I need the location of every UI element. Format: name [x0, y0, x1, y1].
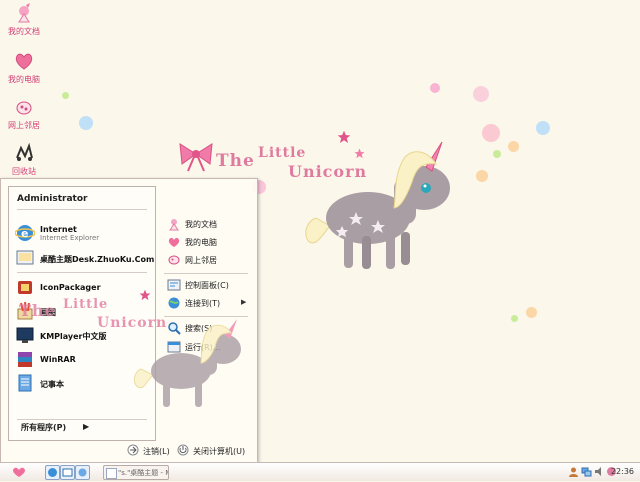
program-name: WinRAR [40, 355, 76, 364]
program-name: IconPackager [40, 283, 101, 292]
window-icon [106, 468, 117, 479]
notepad-icon [18, 374, 32, 392]
menu-unicorn-illustration [134, 319, 241, 407]
shutdown-label: 关闭计算机(U) [193, 447, 246, 456]
bubble-decoration [536, 121, 550, 135]
my-computer-icon [168, 237, 180, 247]
ie-icon: e [15, 225, 35, 241]
my-documents-icon [169, 219, 179, 231]
menu-item-label: 连接到(T) [185, 299, 221, 308]
svg-text:e: e [21, 227, 28, 240]
desktop-icon-label: 我的文档 [8, 27, 40, 36]
start-menu-connect-to[interactable]: 连接到(T) ▶ [167, 296, 251, 312]
desktop-icon-label: 回收站 [12, 167, 36, 176]
program-iconpackager[interactable]: IconPackager [15, 277, 155, 299]
desktop-icon-my-computer[interactable]: 我的电脑 [4, 50, 44, 85]
wallpaper-title-the: The [216, 151, 255, 171]
divider [164, 273, 248, 274]
desktop-icon-network-places[interactable]: 网上邻居 [4, 96, 44, 131]
network-places-icon [168, 255, 180, 265]
start-menu: Administrator e Internet Internet Explor… [0, 178, 258, 464]
desktop-icon-recycle-bin[interactable]: 回收站 [4, 142, 44, 177]
menu-wallpaper-little: Little [63, 297, 109, 312]
bubble-decoration [493, 150, 501, 158]
media-icon [78, 468, 87, 477]
kmplayer-icon [16, 327, 34, 343]
menu-wallpaper-the: The [19, 301, 56, 320]
show-desktop-icon [62, 468, 73, 477]
network-places-icon [16, 101, 32, 115]
desktop-icon-label: 网上邻居 [8, 121, 40, 130]
start-menu-username: Administrator [17, 194, 88, 204]
tray-network-icon[interactable] [581, 466, 592, 477]
divider [164, 316, 248, 317]
control-panel-icon [167, 279, 181, 291]
program-internet-explorer[interactable]: e Internet Internet Explorer [15, 223, 155, 245]
bubble-decoration [476, 170, 488, 182]
program-name: 桌酷主题Desk.ZhuoKu.Com [40, 255, 155, 264]
bubble-decoration [526, 307, 537, 318]
quicklaunch-media[interactable] [75, 465, 90, 480]
bubble-decoration [473, 86, 489, 102]
desktop-icon-label: 我的电脑 [8, 75, 40, 84]
my-documents-icon [18, 3, 30, 23]
start-button[interactable] [12, 466, 26, 478]
heart-icon [13, 467, 25, 477]
divider [17, 209, 147, 210]
menu-item-label: 我的文档 [185, 220, 217, 229]
iconpackager-icon [18, 281, 32, 294]
bubble-decoration [511, 315, 518, 322]
program-subtitle: Internet Explorer [40, 234, 100, 242]
tray-user-icon[interactable] [568, 466, 579, 477]
tray-volume-icon[interactable] [594, 466, 605, 477]
logoff-label: 注销(L) [143, 447, 170, 456]
quicklaunch-show-desktop[interactable] [60, 465, 75, 480]
bubble-decoration [62, 92, 69, 99]
bubble-decoration [430, 83, 440, 93]
taskbar: "s."桌酷主题 - Mi... 22:36 [0, 462, 640, 481]
menu-item-label: 网上邻居 [185, 256, 217, 265]
power-icon [177, 444, 189, 456]
bubble-decoration [508, 141, 519, 152]
start-menu-control-panel[interactable]: 控制面板(C) [167, 278, 251, 294]
start-menu-network-places[interactable]: 网上邻居 [167, 253, 251, 269]
wallpaper-bow-icon [179, 143, 213, 172]
connect-to-icon [168, 297, 180, 309]
recycle-bin-icon [16, 142, 33, 161]
start-menu-my-computer[interactable]: 我的电脑 [167, 235, 251, 251]
bubble-decoration [482, 124, 500, 142]
bubble-decoration [79, 116, 93, 130]
all-programs-button[interactable]: 所有程序(P) [21, 422, 66, 433]
program-name: KMPlayer中文版 [40, 332, 107, 341]
desktop-icon-my-documents[interactable]: 我的文档 [4, 2, 44, 37]
taskbar-window-label: "s."桌酷主题 - Mi... [118, 469, 168, 477]
my-computer-icon [15, 53, 33, 70]
logoff-icon [127, 444, 139, 456]
program-name: 记事本 [40, 380, 64, 389]
star-icon [139, 289, 151, 301]
divider [17, 419, 147, 420]
unicorn-illustration [305, 141, 450, 269]
all-programs-arrow-icon: ▶ [83, 422, 90, 431]
start-menu-my-documents[interactable]: 我的文档 [167, 217, 251, 233]
winrar-icon [18, 352, 32, 367]
quicklaunch-ie[interactable] [45, 465, 60, 480]
menu-item-label: 控制面板(C) [185, 281, 229, 290]
zhuoku-icon [16, 250, 34, 265]
submenu-arrow-icon: ▶ [241, 298, 247, 306]
program-name: Internet [40, 225, 77, 234]
taskbar-window-button[interactable]: "s."桌酷主题 - Mi... [103, 465, 169, 480]
divider [17, 272, 147, 273]
program-zhuoku[interactable]: 桌酷主题Desk.ZhuoKu.Com [15, 248, 155, 270]
taskbar-clock: 22:36 [610, 467, 634, 476]
ie-icon [48, 468, 57, 477]
menu-item-label: 我的电脑 [185, 238, 217, 247]
